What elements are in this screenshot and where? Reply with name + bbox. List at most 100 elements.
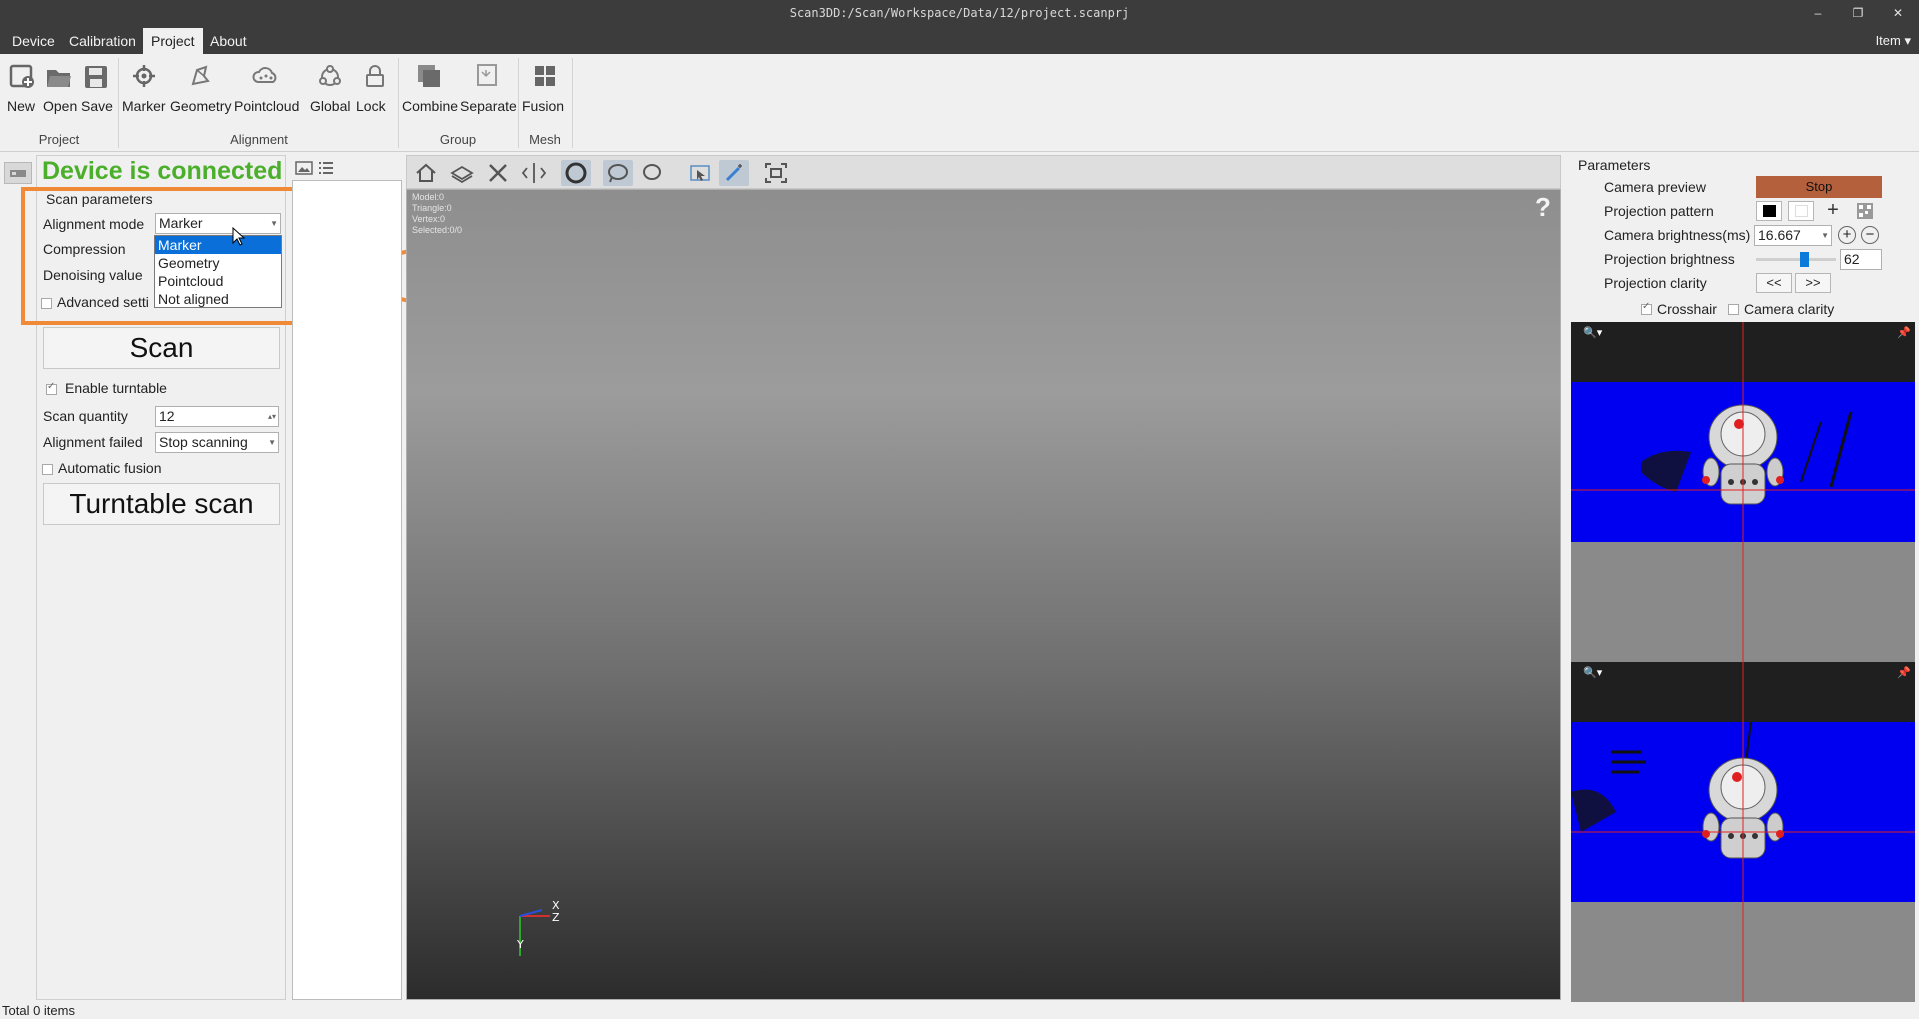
separate-layers-icon xyxy=(477,64,497,86)
pattern-cross-button[interactable]: + xyxy=(1820,199,1846,221)
separate-label: Separate xyxy=(460,98,517,114)
alignment-failed-label: Alignment failed xyxy=(43,434,143,450)
model-count: Model:0 xyxy=(412,192,445,202)
mirror-button[interactable] xyxy=(519,160,549,186)
enable-turntable-checkbox[interactable] xyxy=(46,381,57,395)
minimize-icon[interactable]: – xyxy=(1806,3,1830,23)
lasso-select-button[interactable] xyxy=(603,160,633,186)
camera-clarity-checkbox[interactable] xyxy=(1728,304,1739,315)
zoom-in-icon[interactable]: + xyxy=(1838,226,1856,244)
alignment-failed-value: Stop scanning xyxy=(159,434,248,450)
lasso-deselect-button[interactable] xyxy=(637,160,667,186)
automatic-fusion-checkbox[interactable] xyxy=(42,464,53,475)
camera-image: 🔍▾ 📌 xyxy=(1571,662,1915,1002)
model-list[interactable] xyxy=(292,180,402,1000)
camera-view-left[interactable]: 🔍▾ 📌 xyxy=(1571,322,1915,662)
stop-button[interactable]: Stop xyxy=(1756,176,1882,198)
device-status: Device is connected xyxy=(42,157,283,185)
layers-view-button[interactable] xyxy=(447,160,477,186)
fusion-button[interactable]: Fusion xyxy=(522,60,568,114)
projection-brightness-slider[interactable] xyxy=(1756,252,1836,267)
clarity-next-button[interactable]: >> xyxy=(1795,273,1831,293)
pattern-qr-button[interactable] xyxy=(1854,201,1878,221)
sphere-render-button[interactable] xyxy=(561,160,591,186)
zoom-icon[interactable]: 🔍▾ xyxy=(1583,325,1603,339)
floppy-disk-icon xyxy=(85,66,107,88)
item-menu-label: Item xyxy=(1875,33,1901,48)
separate-button[interactable]: Separate xyxy=(460,60,517,114)
projection-brightness-label: Projection brightness xyxy=(1604,251,1735,267)
scan-quantity-input[interactable]: 12 ▴▾ xyxy=(155,406,279,427)
spin-arrows-icon: ▴▾ xyxy=(267,412,276,421)
fit-view-button[interactable] xyxy=(761,160,791,186)
pattern-white-button[interactable] xyxy=(1788,201,1814,221)
menu-calibration[interactable]: Calibration xyxy=(61,28,144,54)
select-button[interactable] xyxy=(685,160,715,186)
projection-brightness-value: 62 xyxy=(1844,251,1860,267)
turntable-scan-button[interactable]: Turntable scan xyxy=(43,483,280,525)
home-view-button[interactable] xyxy=(411,160,441,186)
camera-clarity-label: Camera clarity xyxy=(1744,301,1835,317)
camera-brightness-input[interactable]: 16.667 ▼ xyxy=(1754,225,1832,246)
help-icon[interactable]: ? xyxy=(1535,192,1551,223)
viewport-toolbar xyxy=(406,155,1561,189)
geometry-label: Geometry xyxy=(170,98,232,114)
menu-device[interactable]: Device xyxy=(4,28,63,54)
layers-icon xyxy=(450,165,474,184)
menu-about[interactable]: About xyxy=(202,28,255,54)
list-view-icon[interactable] xyxy=(317,160,335,176)
axis-gizmo: X Z Y xyxy=(516,899,560,956)
clarity-prev-button[interactable]: << xyxy=(1756,273,1792,293)
global-button[interactable]: Global xyxy=(310,60,350,114)
projection-brightness-input[interactable]: 62 xyxy=(1840,249,1882,270)
selected-count: Selected:0/0 xyxy=(412,225,463,235)
save-button[interactable]: Save xyxy=(81,60,113,114)
scan-quantity-value: 12 xyxy=(159,408,175,424)
lasso-alt-icon xyxy=(643,164,661,180)
combine-button[interactable]: Combine xyxy=(402,60,458,114)
plus-cross-icon: + xyxy=(1827,199,1839,221)
marker-label: Marker xyxy=(122,98,166,114)
status-bar: Total 0 items xyxy=(0,1002,1919,1019)
lock-button[interactable]: Lock xyxy=(356,60,394,114)
close-icon[interactable]: ✕ xyxy=(1886,3,1910,23)
save-label: Save xyxy=(81,98,113,114)
focus-frame-icon xyxy=(765,163,787,183)
pattern-black-button[interactable] xyxy=(1756,201,1782,221)
device-side-tab[interactable] xyxy=(4,162,32,184)
projection-pattern-label: Projection pattern xyxy=(1604,203,1714,219)
qr-code-icon xyxy=(1857,203,1873,219)
image-view-icon[interactable] xyxy=(295,160,313,176)
scan-button[interactable]: Scan xyxy=(43,327,280,369)
restore-icon[interactable]: ❐ xyxy=(1846,3,1870,23)
pin-icon[interactable]: 📌 xyxy=(1897,325,1911,339)
geometry-shape-icon xyxy=(191,65,210,86)
group-label-mesh: Mesh xyxy=(529,132,561,147)
zoom-icon[interactable]: 🔍▾ xyxy=(1583,665,1603,679)
fusion-label: Fusion xyxy=(522,98,565,114)
combine-layers-icon xyxy=(418,65,440,87)
open-button[interactable]: Open xyxy=(43,60,77,114)
new-button[interactable]: New xyxy=(7,60,37,114)
crosshair-checkbox[interactable] xyxy=(1641,301,1652,315)
camera-brightness-label: Camera brightness(ms) xyxy=(1604,227,1751,243)
camera-view-right[interactable]: 🔍▾ 📌 xyxy=(1571,662,1915,1002)
alignment-failed-select[interactable]: Stop scanning ▼ xyxy=(155,432,279,453)
pointcloud-button[interactable]: Pointcloud xyxy=(234,60,299,114)
item-menu[interactable]: Item ▾ xyxy=(1876,28,1911,54)
3d-viewport[interactable] xyxy=(406,189,1561,1000)
menu-project[interactable]: Project xyxy=(143,28,203,54)
projection-clarity-label: Projection clarity xyxy=(1604,275,1707,291)
zoom-out-icon[interactable]: − xyxy=(1861,226,1879,244)
chevron-down-icon: ▼ xyxy=(268,438,276,447)
pin-icon[interactable]: 📌 xyxy=(1897,665,1911,679)
geometry-button[interactable]: Geometry xyxy=(170,60,231,114)
marker-button[interactable]: Marker xyxy=(122,60,166,114)
scan-quantity-label: Scan quantity xyxy=(43,408,128,424)
magic-select-button[interactable] xyxy=(719,160,749,186)
window-title: Scan3DD:/Scan/Workspace/Data/12/project.… xyxy=(789,6,1130,20)
tools-button[interactable] xyxy=(483,160,513,186)
cloud-points-icon xyxy=(252,67,277,83)
triangle-count: Triangle:0 xyxy=(412,203,452,213)
slider-handle[interactable] xyxy=(1800,252,1809,267)
